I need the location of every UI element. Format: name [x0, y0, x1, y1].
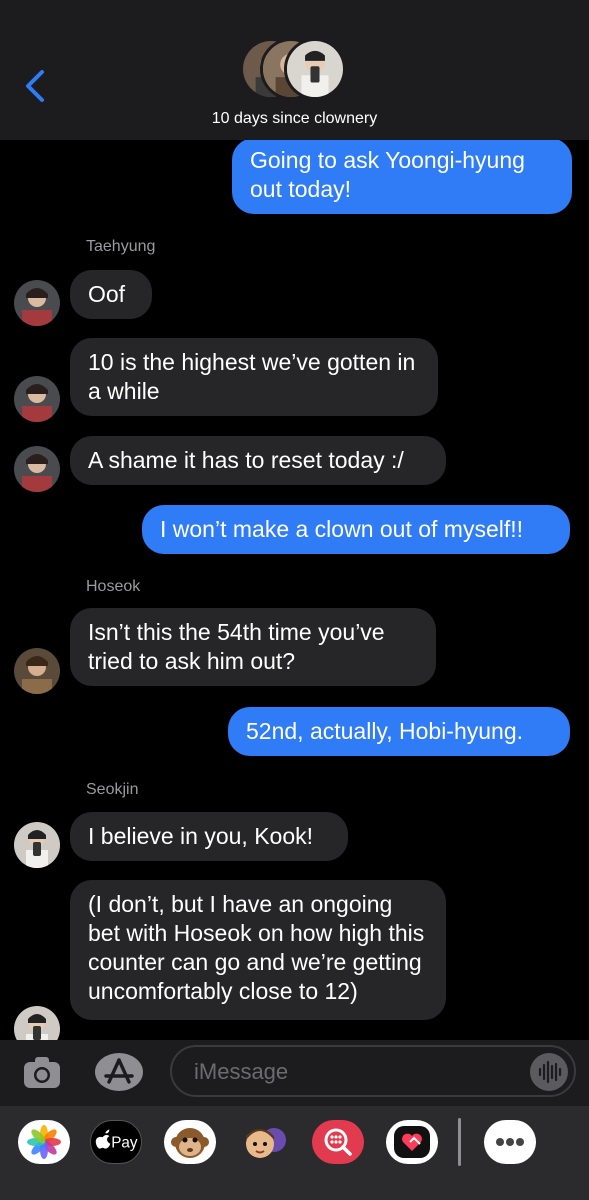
chevron-left-icon[interactable] [22, 66, 50, 106]
conversation-header: 10 days since clownery [0, 0, 589, 140]
sender-name: Taehyung [86, 238, 156, 255]
sender-name: Seokjin [86, 781, 139, 798]
imessage-field-container[interactable] [170, 1045, 576, 1097]
incoming-message[interactable]: (I don’t, but I have an ongoing bet with… [70, 880, 446, 1020]
camera-icon[interactable] [22, 1054, 62, 1090]
group-avatars[interactable] [240, 38, 352, 102]
incoming-message[interactable]: 10 is the highest we’ve gotten in a whil… [70, 338, 438, 416]
search-images-icon[interactable] [312, 1120, 364, 1164]
incoming-message[interactable]: Isn’t this the 54th time you’ve tried to… [70, 608, 436, 686]
avatar [284, 38, 346, 100]
avatar[interactable] [14, 376, 60, 422]
more-icon[interactable] [484, 1120, 536, 1164]
app-store-icon[interactable] [94, 1052, 144, 1092]
incoming-message[interactable]: I believe in you, Kook! [70, 812, 348, 861]
digital-touch-icon[interactable] [386, 1120, 438, 1164]
audio-waveform-icon[interactable] [530, 1053, 568, 1091]
outgoing-message[interactable]: 52nd, actually, Hobi-hyung. [228, 707, 570, 756]
avatar[interactable] [14, 822, 60, 868]
message-composer [0, 1040, 589, 1106]
photos-icon[interactable] [18, 1120, 70, 1164]
apple-pay-label: Pay [111, 1135, 138, 1152]
app-drawer: Pay [0, 1106, 589, 1200]
memoji-monkey-icon[interactable] [164, 1120, 216, 1164]
divider [458, 1118, 461, 1166]
incoming-message[interactable]: Oof [70, 270, 152, 319]
avatar[interactable] [14, 1006, 60, 1040]
outgoing-message[interactable]: Going to ask Yoongi-hyung out today! [232, 140, 572, 214]
group-title[interactable]: 10 days since clownery [0, 110, 589, 128]
incoming-message[interactable]: A shame it has to reset today :/ [70, 436, 446, 485]
imessage-input[interactable] [194, 1057, 524, 1087]
sender-name: Hoseok [86, 578, 141, 595]
outgoing-message[interactable]: I won’t make a clown out of myself!! [142, 505, 570, 554]
avatar[interactable] [14, 280, 60, 326]
avatar[interactable] [14, 648, 60, 694]
avatar[interactable] [14, 446, 60, 492]
apple-pay-icon[interactable]: Pay [90, 1120, 142, 1164]
memoji-icon[interactable] [238, 1120, 290, 1164]
message-thread[interactable]: Going to ask Yoongi-hyung out today! Tae… [0, 140, 589, 1040]
